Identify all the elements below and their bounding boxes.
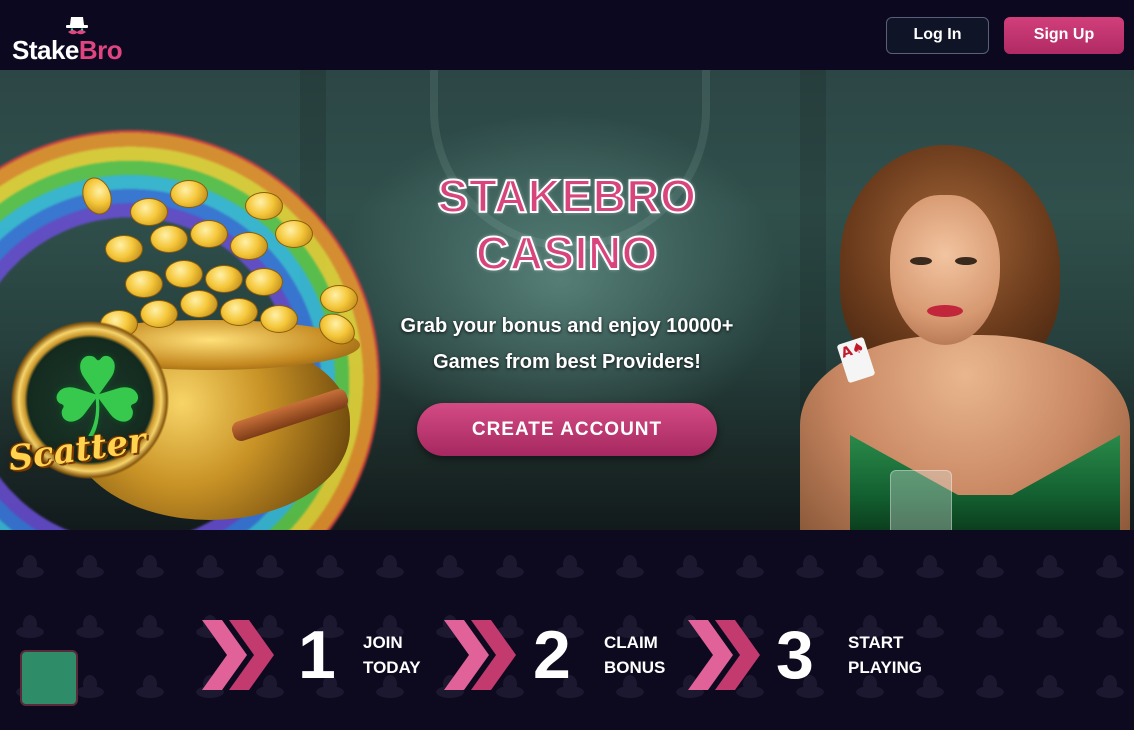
gold-coin <box>205 265 243 293</box>
gold-coin <box>130 198 168 226</box>
step-1-label-line1: JOIN <box>363 633 403 652</box>
step-1-label-line2: TODAY <box>363 658 421 677</box>
gold-coin <box>180 290 218 318</box>
header-actions: Log In Sign Up <box>886 16 1124 54</box>
gold-coin <box>150 225 188 253</box>
woman-face <box>890 195 1000 345</box>
double-chevron-right-icon <box>444 620 516 690</box>
logo-text-stake: Stake <box>12 35 79 65</box>
step-2-label: CLAIM BONUS <box>604 630 665 680</box>
chat-widget-icon[interactable] <box>20 650 78 706</box>
gold-coin <box>140 300 178 328</box>
hero-subtitle-line2: Games from best Providers! <box>433 351 701 373</box>
gold-coin <box>245 268 283 296</box>
step-2-label-line2: BONUS <box>604 658 666 677</box>
stakebro-logo[interactable]: StakeBro <box>12 7 142 66</box>
step-3-number: 3 <box>776 617 814 693</box>
gold-coin <box>125 270 163 298</box>
woman-lips <box>927 305 963 317</box>
create-account-button[interactable]: CREATE ACCOUNT <box>417 403 717 456</box>
step-2-number: 2 <box>533 617 571 693</box>
gold-coin <box>275 220 313 248</box>
gold-coin <box>245 192 283 220</box>
step-1-label: JOIN TODAY <box>363 630 421 680</box>
gold-coin <box>190 220 228 248</box>
gold-coin <box>105 235 143 263</box>
gold-coin <box>260 305 298 333</box>
step-3-label-line1: START <box>848 633 904 652</box>
gold-coin <box>165 260 203 288</box>
gold-coin <box>230 232 268 260</box>
top-header: StakeBro Log In Sign Up <box>0 0 1134 70</box>
double-chevron-right-icon <box>688 620 760 690</box>
logo-text-bro: Bro <box>78 35 123 65</box>
hero-subtitle: Grab your bonus and enjoy 10000+ Games f… <box>347 308 787 380</box>
casino-woman-image: A♠ <box>780 145 1134 530</box>
step-2-label-line1: CLAIM <box>604 633 658 652</box>
woman-eye <box>910 257 932 265</box>
step-1-number: 1 <box>298 617 336 693</box>
step-3-label: START PLAYING <box>848 630 922 680</box>
double-chevron-right-icon <box>202 620 274 690</box>
hero-title-line2: CASINO <box>475 226 658 280</box>
hero-banner: ☘ Scatter A♠ STAKEBRO CASINO Grab your b… <box>0 70 1134 530</box>
hero-title: STAKEBRO CASINO <box>367 168 767 282</box>
steps-section: 1 JOIN TODAY 2 CLAIM BONUS 3 START PLAYI… <box>0 530 1134 730</box>
glass-image <box>890 470 952 530</box>
step-3-label-line2: PLAYING <box>848 658 923 677</box>
login-button[interactable]: Log In <box>886 16 989 54</box>
logo-text: StakeBro <box>12 35 123 66</box>
hero-title-line1: STAKEBRO <box>437 169 697 223</box>
gold-coin <box>170 180 208 208</box>
hero-subtitle-line1: Grab your bonus and enjoy 10000+ <box>400 315 734 337</box>
hat-mustache-icon <box>66 17 88 35</box>
woman-eye <box>955 257 977 265</box>
gold-coin <box>220 298 258 326</box>
signup-button[interactable]: Sign Up <box>1004 16 1124 54</box>
